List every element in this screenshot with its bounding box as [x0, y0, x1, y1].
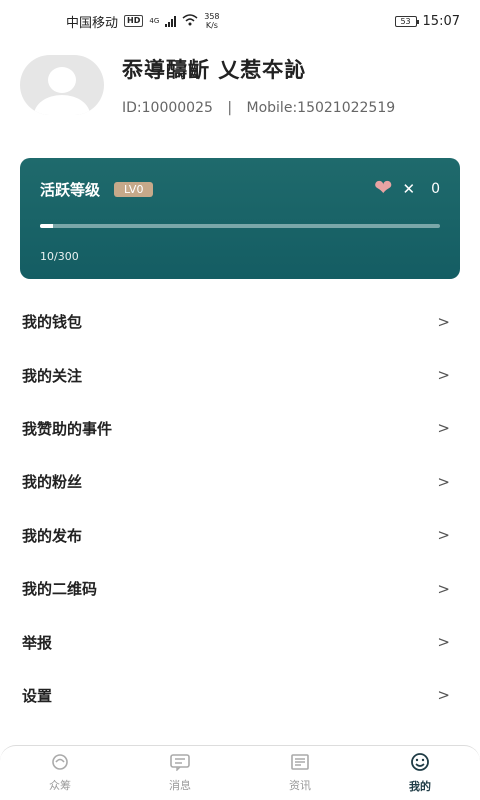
- carrier-name: 中国移动: [66, 15, 119, 31]
- battery-icon: 53: [394, 15, 419, 27]
- level-row: 活跃等级 LV0 ❤ ✕ 0: [40, 178, 440, 200]
- hd-icon: HD: [124, 15, 144, 27]
- crowdfund-icon: [50, 753, 70, 775]
- news-icon: [290, 753, 310, 775]
- chevron-right-icon: >: [437, 633, 450, 652]
- chevron-right-icon: >: [437, 366, 450, 385]
- chevron-right-icon: >: [437, 472, 450, 491]
- bottom-tab-bar: 众筹 消息 资讯 我的: [0, 745, 480, 800]
- status-bar: 中国移动 HD 4G 358 K/s 53 15:07: [0, 0, 480, 42]
- chevron-right-icon: >: [437, 579, 450, 598]
- menu-item-label: 我的钱包: [22, 313, 83, 332]
- menu-item-sponsored-events[interactable]: 我赞助的事件 >: [0, 402, 480, 455]
- profile-text: 忝導醻齗 乂惹夲訫 ID:10000025 | Mobile:150210225…: [122, 54, 395, 116]
- menu-list: 我的钱包 > 我的关注 > 我赞助的事件 > 我的粉丝 > 我的发布 > 我的二…: [0, 295, 480, 722]
- profile-meta: ID:10000025 | Mobile:15021022519: [122, 100, 395, 116]
- menu-item-label: 我赞助的事件: [22, 419, 113, 438]
- user-id: ID:10000025: [122, 100, 213, 116]
- wifi-icon: [182, 13, 198, 29]
- tab-label: 资讯: [289, 779, 311, 792]
- menu-item-label: 举报: [22, 633, 53, 652]
- menu-item-label: 设置: [22, 686, 53, 705]
- menu-item-report[interactable]: 举报 >: [0, 615, 480, 668]
- menu-item-wallet[interactable]: 我的钱包 >: [0, 295, 480, 348]
- menu-item-posts[interactable]: 我的发布 >: [0, 509, 480, 562]
- tab-label: 众筹: [49, 779, 71, 792]
- chevron-right-icon: >: [437, 686, 450, 705]
- clock: 15:07: [422, 13, 460, 29]
- heart-icon: ❤: [374, 176, 393, 201]
- avatar[interactable]: [20, 55, 104, 115]
- menu-item-settings[interactable]: 设置 >: [0, 669, 480, 722]
- nickname: 忝導醻齗 乂惹夲訫: [122, 58, 307, 82]
- chevron-right-icon: >: [437, 312, 450, 331]
- menu-item-label: 我的二维码: [22, 580, 98, 599]
- tab-label: 我的: [409, 780, 431, 793]
- level-progress-text: 10/300: [40, 250, 79, 263]
- profile-header[interactable]: 忝導醻齗 乂惹夲訫 ID:10000025 | Mobile:150210225…: [20, 50, 460, 120]
- activity-level-card[interactable]: 活跃等级 LV0 ❤ ✕ 0 10/300: [20, 158, 460, 279]
- chevron-right-icon: >: [437, 419, 450, 438]
- menu-item-qrcode[interactable]: 我的二维码 >: [0, 562, 480, 615]
- heart-counter: ❤ ✕ 0: [374, 178, 440, 200]
- meta-separator: |: [227, 100, 233, 116]
- user-mobile: Mobile:15021022519: [246, 100, 396, 116]
- level-progress-bar: [40, 224, 440, 228]
- level-title: 活跃等级: [40, 180, 101, 199]
- tab-crowdfunding[interactable]: 众筹: [0, 746, 120, 800]
- menu-item-fans[interactable]: 我的粉丝 >: [0, 455, 480, 508]
- signal-icon: [165, 15, 177, 27]
- tab-messages[interactable]: 消息: [120, 746, 240, 800]
- status-left: 中国移动 HD 4G 358 K/s: [66, 12, 220, 31]
- menu-item-label: 我的关注: [22, 366, 83, 385]
- avatar-body-shape: [34, 95, 90, 115]
- profile-smile-icon: [410, 752, 430, 776]
- times-icon: ✕: [402, 180, 416, 198]
- menu-item-label: 我的粉丝: [22, 473, 83, 492]
- level-progress-fill: [40, 224, 54, 228]
- network-speed: 358 K/s: [204, 12, 220, 30]
- tab-mine[interactable]: 我的: [360, 746, 480, 800]
- message-icon: [169, 753, 191, 775]
- tab-label: 消息: [169, 779, 191, 792]
- network-type: 4G: [149, 17, 160, 25]
- avatar-head-shape: [48, 67, 76, 93]
- heart-count: 0: [431, 181, 440, 197]
- chevron-right-icon: >: [437, 526, 450, 545]
- status-right: 53 15:07: [394, 13, 460, 29]
- tab-news[interactable]: 资讯: [240, 746, 360, 800]
- level-badge: LV0: [114, 181, 154, 197]
- menu-item-following[interactable]: 我的关注 >: [0, 348, 480, 401]
- menu-item-label: 我的发布: [22, 526, 83, 545]
